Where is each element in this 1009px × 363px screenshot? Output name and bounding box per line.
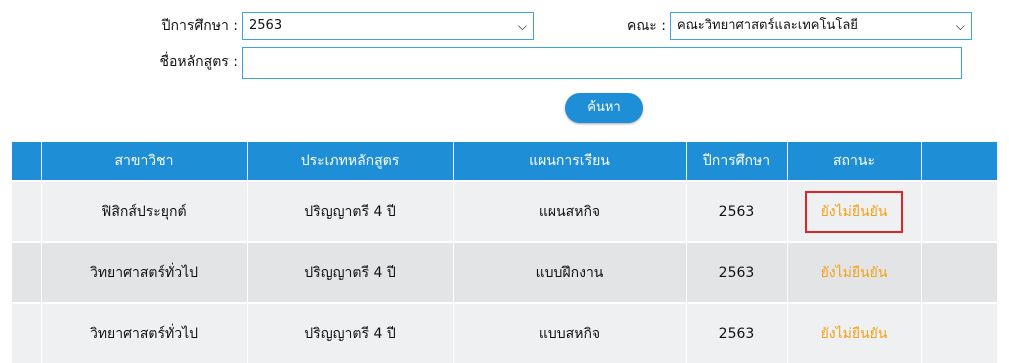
cell-status[interactable]: ยังไม่ยืนยัน [787, 302, 922, 363]
cell-year: 2563 [686, 241, 788, 303]
row-blank-right [921, 180, 998, 242]
course-name-label: ชื่อหลักสูตร : [159, 54, 238, 70]
chevron-down-icon: ⌵ [955, 19, 965, 33]
table-header-row: สาขาวิชา ประเภทหลักสูตร แผนการเรียน ปีกา… [12, 142, 998, 181]
cell-plan: แผนสหกิจ [453, 180, 687, 242]
table-row[interactable]: ฟิสิกส์ประยุกต์ ปริญญาตรี 4 ปี แผนสหกิจ … [12, 180, 998, 242]
faculty-select[interactable]: คณะวิทยาศาสตร์และเทคโนโลยี ⌵ [670, 12, 972, 40]
header-plan: แผนการเรียน [453, 142, 687, 181]
cell-major: วิทยาศาสตร์ทั่วไป [41, 241, 248, 303]
year-label: ปีการศึกษา : [161, 18, 238, 34]
status-badge-highlighted[interactable]: ยังไม่ยืนยัน [804, 190, 904, 233]
header-blank-left [12, 142, 42, 181]
faculty-label: คณะ : [626, 18, 666, 34]
cell-status[interactable]: ยังไม่ยืนยัน [787, 241, 922, 303]
row-blank-left [12, 302, 42, 363]
course-name-input[interactable] [242, 47, 962, 79]
cell-program-type: ปริญญาตรี 4 ปี [247, 180, 454, 242]
year-select-value: 2563 [249, 18, 283, 33]
cell-plan: แบบฝึกงาน [453, 241, 687, 303]
row-blank-left [12, 241, 42, 303]
faculty-select-value: คณะวิทยาศาสตร์และเทคโนโลยี [677, 18, 858, 33]
header-status: สถานะ [787, 142, 922, 181]
header-year: ปีการศึกษา [686, 142, 788, 181]
cell-major: วิทยาศาสตร์ทั่วไป [41, 302, 248, 363]
header-program-type: ประเภทหลักสูตร [247, 142, 454, 181]
cell-program-type: ปริญญาตรี 4 ปี [247, 241, 454, 303]
header-blank-right [921, 142, 998, 181]
search-button[interactable]: ค้นหา [565, 93, 643, 123]
row-blank-right [921, 302, 998, 363]
row-blank-left [12, 180, 42, 242]
header-major: สาขาวิชา [41, 142, 248, 181]
cell-year: 2563 [686, 302, 788, 363]
year-select[interactable]: 2563 ⌵ [242, 12, 534, 40]
row-blank-right [921, 241, 998, 303]
results-table: สาขาวิชา ประเภทหลักสูตร แผนการเรียน ปีกา… [12, 142, 998, 363]
cell-major: ฟิสิกส์ประยุกต์ [41, 180, 248, 242]
cell-plan: แบบสหกิจ [453, 302, 687, 363]
chevron-down-icon: ⌵ [517, 19, 527, 33]
cell-program-type: ปริญญาตรี 4 ปี [247, 302, 454, 363]
table-row[interactable]: วิทยาศาสตร์ทั่วไป ปริญญาตรี 4 ปี แบบฝึกง… [12, 241, 998, 303]
table-row[interactable]: วิทยาศาสตร์ทั่วไป ปริญญาตรี 4 ปี แบบสหกิ… [12, 302, 998, 363]
cell-status: ยังไม่ยืนยัน [787, 180, 922, 242]
cell-year: 2563 [686, 180, 788, 242]
